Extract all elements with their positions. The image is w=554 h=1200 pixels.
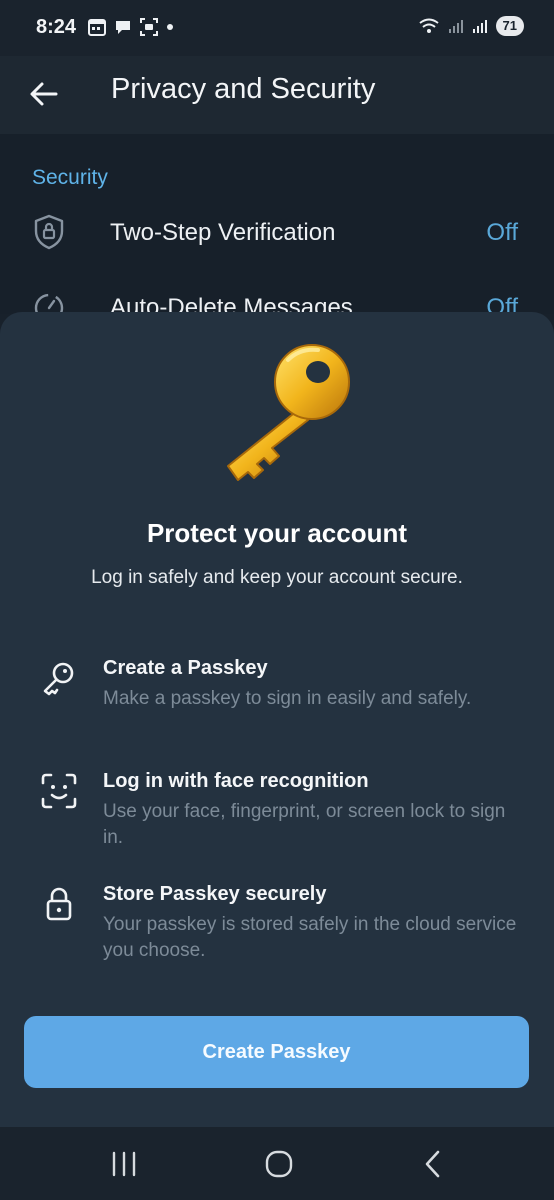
row-value: Off [486, 219, 518, 246]
wifi-icon [418, 18, 439, 33]
feature-title: Log in with face recognition [103, 770, 369, 792]
feature-store-passkey: Store Passkey securely Your passkey is s… [0, 883, 554, 973]
status-time: 8:24 [36, 16, 77, 38]
sheet-title: Protect your account [146, 518, 408, 548]
feature-create-passkey: Create a Passkey Make a passkey to sign … [0, 657, 554, 747]
feature-title: Store Passkey securely [103, 883, 327, 905]
feature-description: Use your face, fingerprint, or screen lo… [103, 801, 506, 848]
timer-icon [34, 293, 64, 312]
key-outline-icon [43, 662, 74, 696]
key-icon [227, 344, 350, 481]
chat-bubble-icon [116, 21, 130, 34]
feature-face-recognition: Log in with face recognition Use your fa… [0, 770, 554, 860]
app-bar: Privacy and Security [0, 56, 554, 134]
feature-description: Make a passkey to sign in easily and saf… [103, 688, 472, 709]
shield-lock-icon [34, 214, 64, 250]
screenshot-icon [140, 18, 158, 36]
feature-title: Create a Passkey [103, 657, 268, 679]
lock-icon [46, 887, 72, 921]
settings-row-auto-delete-messages[interactable]: Auto-Delete Messages Off [0, 280, 554, 312]
row-label: Two-Step Verification [110, 219, 336, 246]
face-scan-icon [41, 773, 77, 809]
create-passkey-button[interactable]: Create Passkey [24, 1016, 529, 1088]
row-label: Auto-Delete Messages [110, 294, 353, 312]
row-value: Off [486, 294, 518, 312]
feature-description: Your passkey is stored safely in the clo… [103, 914, 517, 961]
system-nav-bar [0, 1127, 554, 1200]
sheet-subtitle: Log in safely and keep your account secu… [91, 567, 463, 588]
settings-row-two-step-verification[interactable]: Two-Step Verification Off [0, 202, 554, 262]
signal-icon-2 [472, 20, 487, 33]
back-icon[interactable] [414, 1147, 454, 1181]
recents-icon[interactable] [104, 1147, 144, 1181]
calendar-icon [88, 19, 106, 36]
back-arrow-icon[interactable] [28, 78, 60, 110]
battery-indicator: 71 [495, 16, 524, 36]
home-icon[interactable] [259, 1147, 299, 1181]
signal-icon-1 [448, 20, 463, 33]
section-title-security: Security [32, 166, 108, 189]
notification-dot-icon [167, 24, 173, 30]
status-bar: 8:24 71 [0, 0, 554, 56]
page-title: Privacy and Security [111, 73, 376, 105]
